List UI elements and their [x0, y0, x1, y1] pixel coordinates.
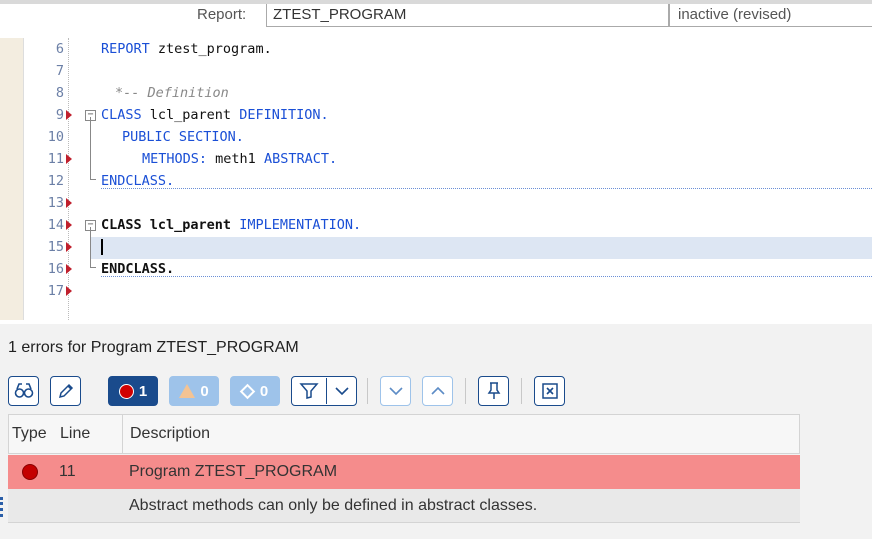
info-filter-button[interactable]: 0	[230, 376, 280, 406]
code-line: 13	[0, 192, 872, 214]
code-text: CLASS lcl_parent DEFINITION.	[101, 107, 329, 123]
line-number: 17	[47, 283, 64, 299]
report-label: Report:	[197, 6, 247, 23]
line-number: 16	[47, 261, 64, 277]
resize-handle[interactable]	[0, 497, 3, 517]
error-marker-icon	[66, 110, 72, 120]
code-line: 11 METHODS: meth1 ABSTRACT.	[0, 148, 872, 170]
code-text: PUBLIC SECTION.	[122, 129, 244, 145]
pin-icon	[487, 382, 500, 399]
pencil-icon	[58, 383, 73, 399]
line-number: 9	[55, 107, 64, 123]
toolbar-separator	[465, 378, 466, 404]
code-line: 7	[0, 60, 872, 82]
code-editor[interactable]: 6 REPORT ztest_program. 7 8 *-- Definiti…	[0, 38, 872, 320]
error-list: Type Line Description 11 Program ZTEST_P…	[8, 414, 872, 524]
filter-button[interactable]	[291, 376, 357, 406]
fold-guide-end	[90, 267, 96, 268]
column-line[interactable]: Line	[60, 415, 90, 453]
toolbar-separator	[521, 378, 522, 404]
code-line: 14 − CLASS lcl_parent IMPLEMENTATION.	[0, 214, 872, 236]
line-number: 12	[47, 173, 64, 189]
fold-guide	[90, 117, 91, 179]
error-line-number: 11	[59, 463, 76, 480]
line-number: 11	[47, 151, 64, 167]
code-line: 17	[0, 280, 872, 302]
fold-guide	[90, 227, 91, 267]
code-line: 9 − CLASS lcl_parent DEFINITION.	[0, 104, 872, 126]
code-line: 15	[0, 236, 872, 258]
code-line: 10 PUBLIC SECTION.	[0, 126, 872, 148]
fold-guide-end	[90, 179, 96, 180]
column-description[interactable]: Description	[130, 415, 210, 453]
info-icon	[239, 383, 256, 399]
block-end-line	[101, 188, 872, 189]
edit-button[interactable]	[50, 376, 81, 406]
toolbar-separator	[367, 378, 368, 404]
chevron-down-icon	[388, 387, 403, 396]
chevron-down-icon[interactable]	[334, 385, 350, 397]
error-marker-icon	[66, 286, 72, 296]
error-marker-icon	[66, 198, 72, 208]
filter-separator	[326, 378, 327, 404]
error-marker-icon	[66, 242, 72, 252]
code-text: METHODS: meth1 ABSTRACT.	[142, 151, 338, 167]
column-separator	[122, 415, 123, 453]
error-program: Program ZTEST_PROGRAM	[129, 463, 338, 480]
panel-title: 1 errors for Program ZTEST_PROGRAM	[8, 339, 299, 356]
code-text: CLASS lcl_parent IMPLEMENTATION.	[101, 217, 362, 233]
pin-button[interactable]	[478, 376, 509, 406]
report-header: Report: ZTEST_PROGRAM inactive (revised)	[0, 0, 872, 42]
report-name-field[interactable]: ZTEST_PROGRAM	[266, 4, 669, 27]
code-line: 8 *-- Definition	[0, 82, 872, 104]
chevron-up-icon	[430, 386, 445, 395]
line-number: 15	[47, 239, 64, 255]
errors-filter-button[interactable]: 1	[108, 376, 158, 406]
next-error-button[interactable]	[380, 376, 411, 406]
error-icon	[118, 383, 134, 399]
line-number: 14	[47, 217, 64, 233]
line-number: 6	[55, 41, 64, 57]
comment-text: *-- Definition	[115, 85, 229, 101]
column-type[interactable]: Type	[12, 415, 47, 453]
error-list-header: Type Line Description	[8, 414, 800, 454]
error-marker-icon	[66, 264, 72, 274]
close-icon	[541, 383, 558, 399]
warnings-count: 0	[200, 382, 209, 400]
error-icon	[22, 464, 38, 480]
error-marker-icon	[66, 220, 72, 230]
line-number: 10	[47, 129, 64, 145]
error-row[interactable]: 11 Program ZTEST_PROGRAM	[8, 455, 800, 489]
find-button[interactable]	[8, 376, 39, 406]
program-status: inactive (revised)	[669, 4, 872, 27]
code-line: 6 REPORT ztest_program.	[0, 38, 872, 60]
error-message: Abstract methods can only be defined in …	[129, 497, 538, 514]
filter-icon	[299, 383, 319, 399]
line-number: 8	[55, 85, 64, 101]
binoculars-icon	[14, 383, 33, 398]
error-message-row[interactable]: Abstract methods can only be defined in …	[8, 489, 800, 523]
line-number: 13	[47, 195, 64, 211]
close-panel-button[interactable]	[534, 376, 565, 406]
info-count: 0	[259, 382, 269, 400]
errors-count: 1	[138, 382, 148, 400]
warning-icon	[179, 384, 196, 398]
warnings-filter-button[interactable]: 0	[169, 376, 219, 406]
error-panel: 1 errors for Program ZTEST_PROGRAM 1 0 0	[0, 324, 872, 539]
code-text: REPORT ztest_program.	[101, 41, 272, 57]
line-number: 7	[55, 63, 64, 79]
block-end-line	[101, 276, 872, 277]
error-marker-icon	[66, 154, 72, 164]
text-cursor	[101, 239, 103, 255]
previous-error-button[interactable]	[422, 376, 453, 406]
